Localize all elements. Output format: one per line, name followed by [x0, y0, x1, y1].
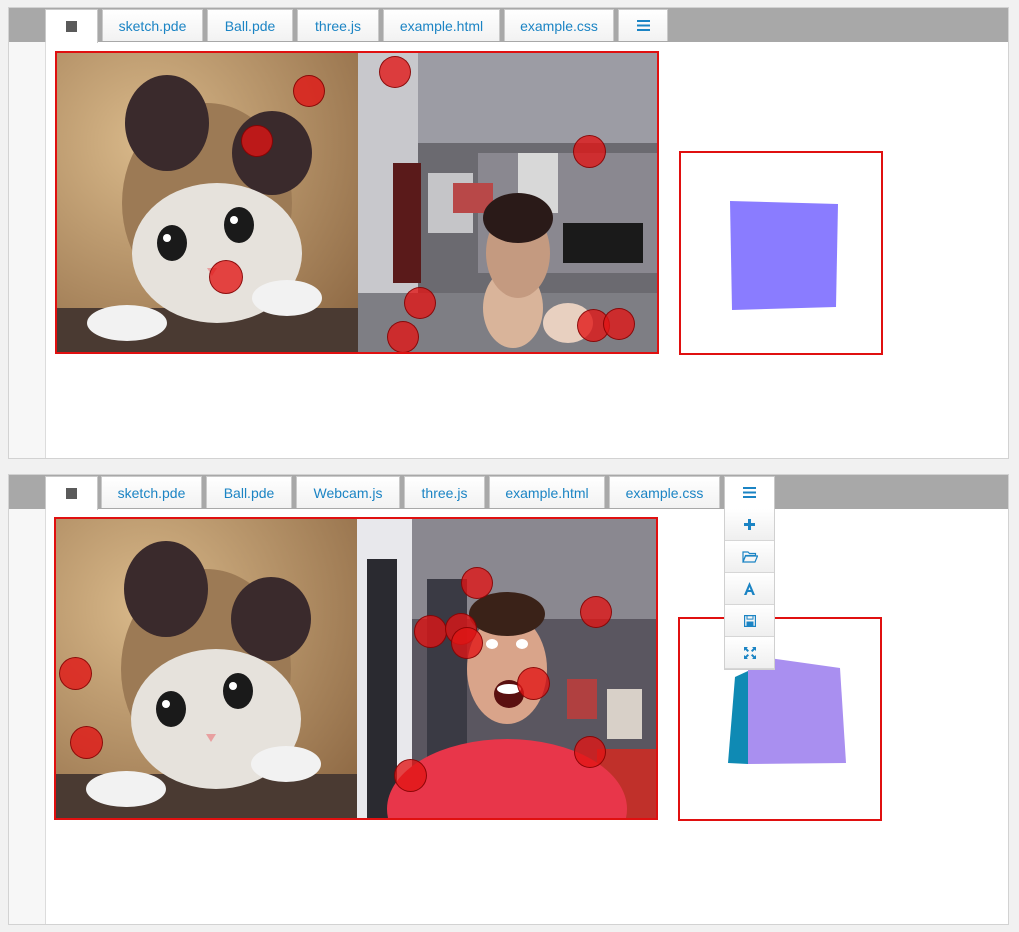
- tab-bar: sketch.pde Ball.pde three.js example.htm…: [9, 8, 1008, 43]
- tab-bar: sketch.pde Ball.pde Webcam.js three.js e…: [9, 475, 1008, 510]
- font-icon: [744, 582, 755, 595]
- tab-webcam-js[interactable]: Webcam.js: [296, 476, 400, 508]
- tab-ball-pde[interactable]: Ball.pde: [206, 476, 292, 508]
- ball: [394, 759, 427, 792]
- hamburger-menu-icon: [636, 10, 650, 42]
- tab-label: Ball.pde: [223, 485, 275, 501]
- tab-label: Webcam.js: [313, 485, 383, 501]
- tab-example-html[interactable]: example.html: [489, 476, 605, 508]
- tab-menu-dropdown: [724, 509, 775, 670]
- tab-label: example.css: [520, 18, 598, 34]
- hamburger-menu-icon: [743, 477, 756, 509]
- ball: [293, 75, 325, 107]
- ball: [241, 125, 273, 157]
- tab-label: example.html: [505, 485, 589, 501]
- ball: [573, 135, 606, 168]
- tab-label: three.js: [315, 18, 361, 34]
- fullscreen-icon: [743, 646, 756, 659]
- ball: [451, 627, 483, 659]
- editor-panel-bottom: sketch.pde Ball.pde Webcam.js three.js e…: [8, 474, 1009, 925]
- kitten-image: [56, 519, 357, 818]
- tab-label: Ball.pde: [224, 18, 276, 34]
- tab-run-stop[interactable]: [45, 476, 98, 510]
- save-button[interactable]: [725, 605, 774, 637]
- font-button[interactable]: [725, 573, 774, 605]
- ball: [209, 260, 243, 294]
- threejs-canvas[interactable]: [678, 617, 882, 821]
- ball: [379, 56, 411, 88]
- stop-icon: [66, 20, 77, 32]
- tab-run-stop[interactable]: [45, 9, 98, 43]
- ball: [387, 321, 419, 352]
- ball: [59, 657, 92, 690]
- add-file-button[interactable]: [725, 509, 774, 541]
- ball: [517, 667, 550, 700]
- tab-menu[interactable]: [724, 476, 775, 510]
- tab-sketch-pde[interactable]: sketch.pde: [102, 9, 203, 41]
- ball: [414, 615, 447, 648]
- cube-render: [730, 201, 838, 310]
- line-gutter: [9, 509, 46, 924]
- tab-label: three.js: [421, 485, 468, 501]
- tab-menu[interactable]: [618, 9, 668, 41]
- fullscreen-button[interactable]: [725, 637, 774, 669]
- ball: [70, 726, 103, 759]
- plus-icon: [744, 519, 755, 530]
- tab-ball-pde[interactable]: Ball.pde: [207, 9, 293, 41]
- tab-label: sketch.pde: [118, 18, 187, 34]
- sketch-canvas[interactable]: [55, 51, 659, 354]
- sketch-canvas[interactable]: [54, 517, 658, 820]
- ball: [580, 596, 612, 628]
- ball: [461, 567, 493, 599]
- tab-three-js[interactable]: three.js: [404, 476, 485, 508]
- folder-open-icon: [741, 550, 758, 563]
- tab-label: example.css: [625, 485, 704, 501]
- open-file-button[interactable]: [725, 541, 774, 573]
- line-gutter: [9, 42, 46, 458]
- threejs-canvas[interactable]: [679, 151, 883, 355]
- tab-example-css[interactable]: example.css: [609, 476, 720, 508]
- ball: [603, 308, 635, 340]
- ball: [404, 287, 436, 319]
- ball: [574, 736, 606, 768]
- tab-example-html[interactable]: example.html: [383, 9, 500, 41]
- tab-label: example.html: [399, 18, 484, 34]
- tab-label: sketch.pde: [117, 485, 186, 501]
- stop-icon: [66, 487, 77, 499]
- tab-three-js[interactable]: three.js: [297, 9, 379, 41]
- editor-panel-top: sketch.pde Ball.pde three.js example.htm…: [8, 7, 1009, 459]
- tab-example-css[interactable]: example.css: [504, 9, 614, 41]
- tab-sketch-pde[interactable]: sketch.pde: [101, 476, 202, 508]
- save-icon: [743, 614, 756, 627]
- cube-render: [728, 655, 846, 764]
- webcam-image: [358, 53, 657, 352]
